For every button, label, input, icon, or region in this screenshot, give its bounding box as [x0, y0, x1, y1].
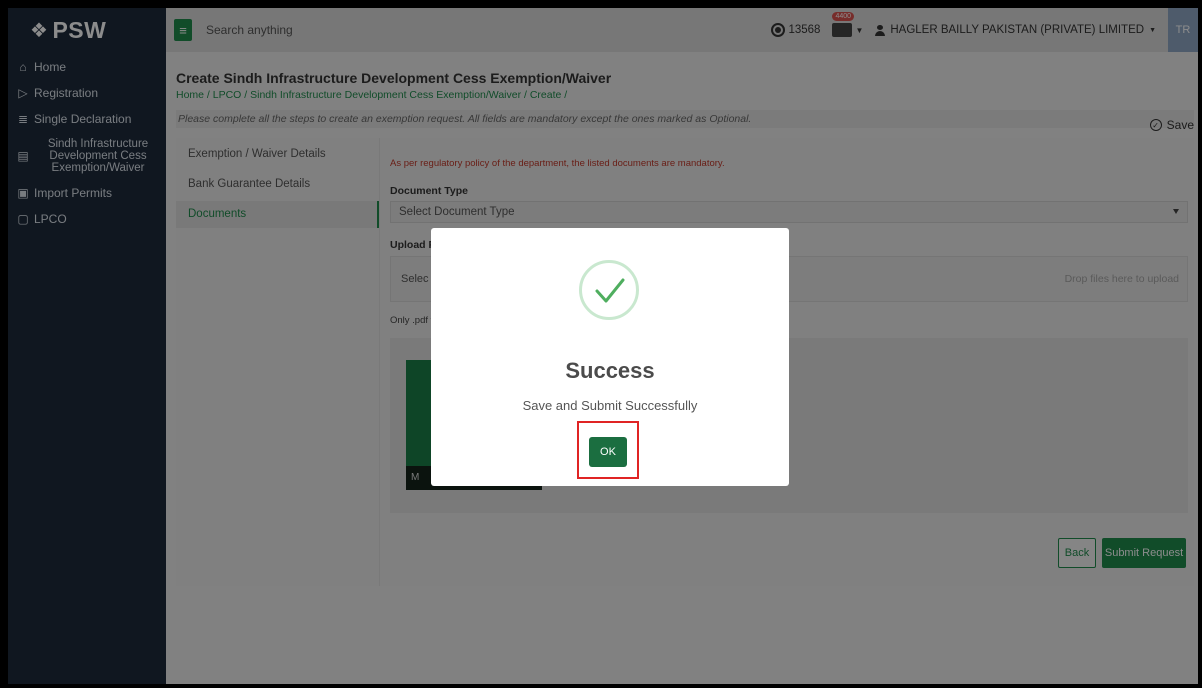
dialog-title: Success [565, 358, 655, 383]
ok-button[interactable]: OK [589, 437, 627, 467]
success-check-icon [579, 260, 639, 320]
app-window: ❖ PSW ⌂ Home ▷ Registration ≣ Single Dec… [8, 8, 1198, 684]
dialog-message: Save and Submit Successfully [522, 398, 698, 413]
checkmark-icon [595, 278, 625, 303]
success-dialog: Success Save and Submit Successfully OK [431, 228, 789, 486]
ok-highlight-box: OK [577, 421, 639, 479]
